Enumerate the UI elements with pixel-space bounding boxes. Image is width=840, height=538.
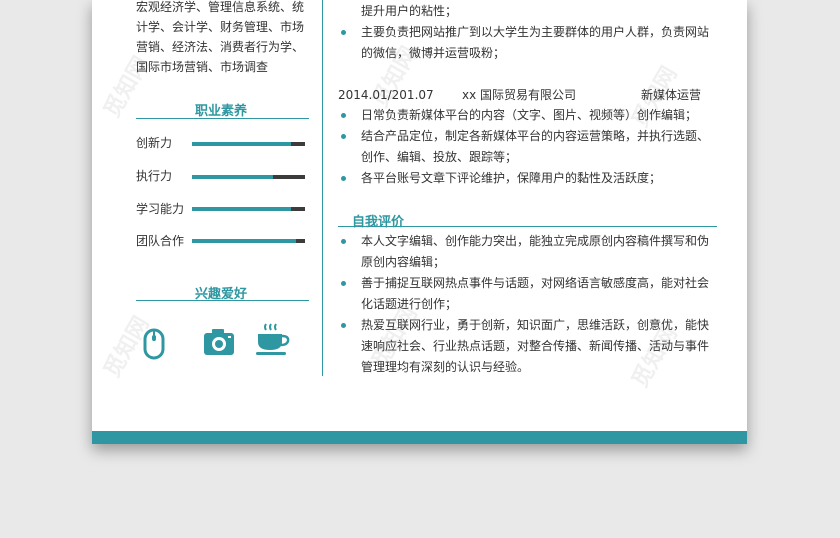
skill-bar-track [192,239,305,243]
bullet-dot [341,281,346,286]
self-evaluation-rule [338,226,717,227]
experience-line: 主要负责把网站推广到以大学生为主要群体的用户人群，负责网站 [361,25,710,39]
bullet-dot [341,30,346,35]
bullet-dot [341,134,346,139]
skill-bar-fill [192,142,292,146]
skill-bar-track [192,142,305,146]
skill-bar-fill [192,175,274,179]
camera-icon [204,329,234,355]
column-divider [322,0,323,376]
skill-label: 执行力 [136,169,173,183]
skill-label: 创新力 [136,136,173,150]
self-evaluation-line: 本人文字编辑、创作能力突出，能独立完成原创内容稿件撰写和伪 [361,234,710,248]
job-date: 2014.01/201.07 [338,88,434,102]
job-company: xx 国际贸易有限公司 [462,88,577,102]
mouse-icon [143,328,165,360]
self-evaluation-line: 管理理均有深刻的认识与经验。 [361,360,530,374]
courses-line: 营销、经济法、消费者行为学、 [136,40,305,54]
coffee-cup-icon [256,323,290,355]
page-background: 觅知网 觅知网 觅知网 觅知网 觅知网 觅知网 宏观经济学、管理信息系统、统 计… [0,0,840,538]
courses-line: 计学、会计学、财务管理、市场 [136,20,305,34]
bullet-dot [341,113,346,118]
experience-line: 结合产品定位，制定各新媒体平台的内容运营策略，并执行选题、 [361,129,710,143]
skills-heading: 职业素养 [195,104,248,119]
courses-line: 国际市场营销、市场调查 [136,60,269,74]
self-evaluation-line: 化话题进行创作； [361,297,458,311]
bullet-dot [341,323,346,328]
self-evaluation-line: 善于捕捉互联网热点事件与话题，对网络语言敏感度高，能对社会 [361,276,710,290]
skill-bar-fill [192,207,292,211]
skill-label: 团队合作 [136,234,185,248]
experience-line: 日常负责新媒体平台的内容（文字、图片、视频等）创作编辑； [361,108,698,122]
experience-line: 的微信，微博并运营吸粉； [361,46,506,60]
self-evaluation-line: 速响应社会、行业热点话题，对整合传播、新闻传播、活动与事件 [361,339,710,353]
courses-line: 宏观经济学、管理信息系统、统 [136,0,305,14]
skills-heading-rule [136,118,309,119]
skill-bar-track [192,175,305,179]
experience-line: 创作、编辑、投放、跟踪等； [361,150,518,164]
experience-line: 各平台账号文章下评论维护，保障用户的黏性及活跃度； [361,171,662,185]
self-evaluation-heading: 自我评价 [352,215,405,230]
self-evaluation-line: 原创内容编辑； [361,255,446,269]
skill-bar-fill [192,239,296,243]
hobbies-heading-rule [136,300,309,301]
self-evaluation-line: 热爱互联网行业，勇于创新，知识面广，思维活跃，创意优，能快 [361,318,710,332]
bottom-accent-bar [92,431,747,444]
experience-line: 提升用户的粘性； [361,4,458,18]
skill-bar-track [192,207,305,211]
job-role: 新媒体运营 [641,88,702,102]
bullet-dot [341,239,346,244]
bullet-dot [341,176,346,181]
skill-label: 学习能力 [136,202,185,216]
